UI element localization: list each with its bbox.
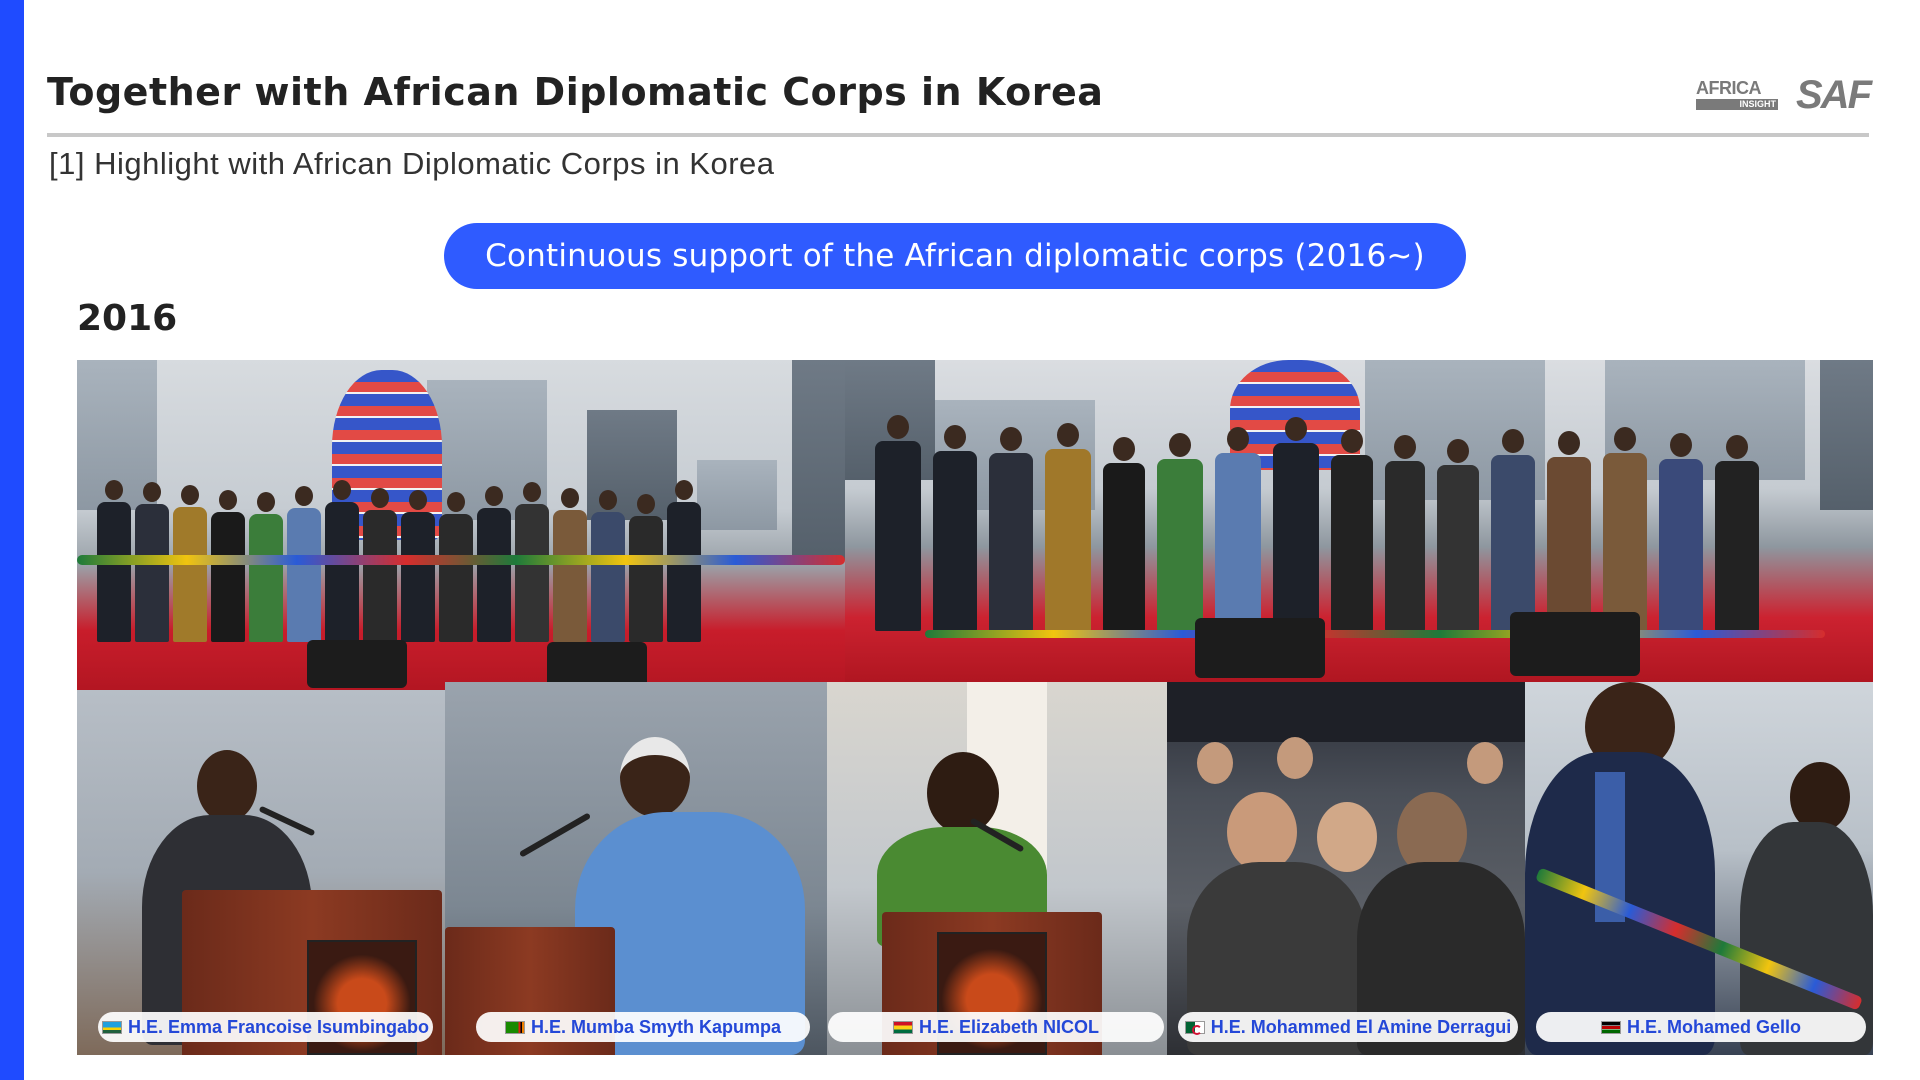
caption-4-text: H.E. Mohammed El Amine Derragui xyxy=(1210,1016,1512,1037)
banner-pill: Continuous support of the African diplom… xyxy=(444,223,1466,289)
africa-insight-logo-word: AFRICA xyxy=(1696,78,1762,98)
caption-1: H.E. Emma Francoise Isumbingabo xyxy=(98,1012,433,1042)
caption-3: H.E. Elizabeth NICOL xyxy=(828,1012,1164,1042)
banner-label: Continuous support of the African diplom… xyxy=(485,238,1425,274)
title-divider xyxy=(47,133,1869,137)
caption-4: H.E. Mohammed El Amine Derragui xyxy=(1178,1012,1518,1042)
ribbon-cutting-photo xyxy=(77,360,845,690)
speaker-photo-2 xyxy=(445,682,827,1055)
ghana-flag-icon xyxy=(892,1020,913,1034)
audience-photo xyxy=(1167,682,1525,1055)
caption-2: H.E. Mumba Smyth Kapumpa xyxy=(476,1012,810,1042)
page-title: Together with African Diplomatic Corps i… xyxy=(47,70,1104,114)
caption-5-text: H.E. Mohamed Gello xyxy=(1626,1016,1802,1037)
logo-group: AFRICA INSIGHT SAF xyxy=(1696,73,1872,117)
left-accent-bar xyxy=(0,0,24,1080)
kenya-flag-icon xyxy=(1600,1020,1621,1034)
section-year: 2016 xyxy=(77,298,178,339)
rwanda-flag-icon xyxy=(101,1020,122,1034)
caption-1-text: H.E. Emma Francoise Isumbingabo xyxy=(127,1016,430,1037)
zambia-flag-icon xyxy=(504,1020,525,1034)
caption-5: H.E. Mohamed Gello xyxy=(1536,1012,1866,1042)
africa-insight-logo-sub: INSIGHT xyxy=(1739,99,1776,109)
ribbon-closeup-photo xyxy=(1525,682,1873,1055)
page-subtitle: [1] Highlight with African Diplomatic Co… xyxy=(49,146,775,181)
caption-2-text: H.E. Mumba Smyth Kapumpa xyxy=(530,1016,782,1037)
speaker-photo-3 xyxy=(827,682,1167,1055)
caption-3-text: H.E. Elizabeth NICOL xyxy=(918,1016,1100,1037)
saf-logo: SAF xyxy=(1796,73,1872,117)
group-stage-photo xyxy=(845,360,1873,682)
africa-insight-logo: AFRICA INSIGHT xyxy=(1696,78,1778,112)
algeria-flag-icon xyxy=(1184,1020,1205,1035)
speaker-photo-1 xyxy=(77,690,445,1055)
